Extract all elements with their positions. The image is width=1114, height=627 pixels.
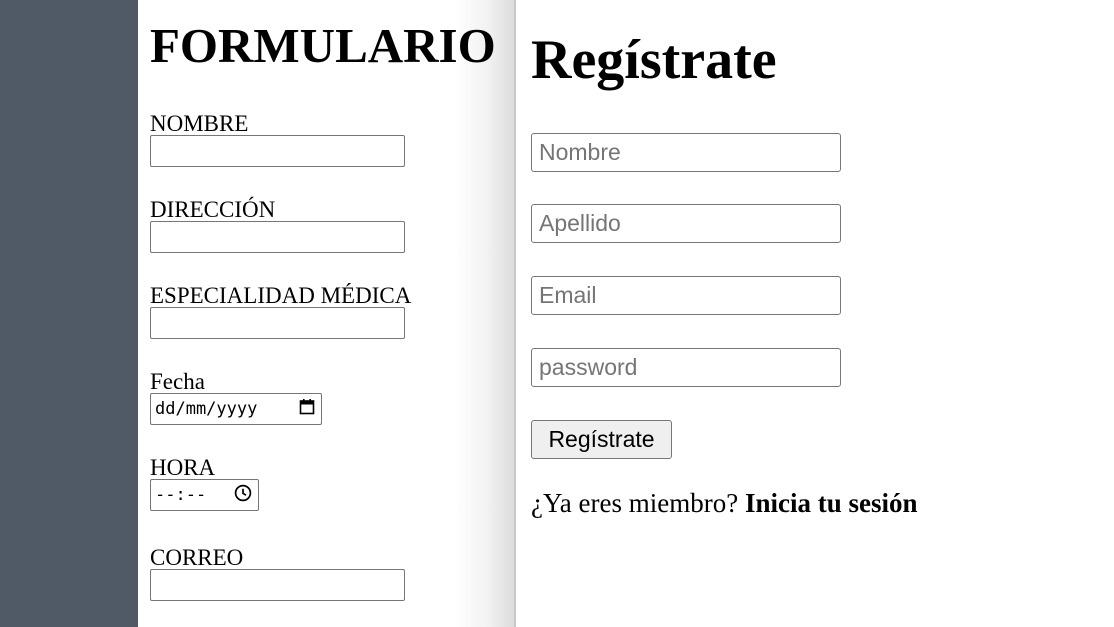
field-especialidad: ESPECIALIDAD MÉDICA bbox=[150, 284, 411, 339]
member-prompt: ¿Ya eres miembro? Inicia tu sesión bbox=[531, 490, 918, 517]
form-panel: FORMULARIO NOMBRE DIRECCIÓN ESPECIALIDAD… bbox=[138, 0, 514, 627]
register-button[interactable]: Regístrate bbox=[531, 420, 672, 459]
register-password-placeholder: password bbox=[539, 354, 638, 380]
register-nombre-placeholder: Nombre bbox=[539, 139, 621, 165]
especialidad-input[interactable] bbox=[150, 307, 405, 339]
direccion-input[interactable] bbox=[150, 221, 405, 253]
calendar-icon[interactable] bbox=[299, 398, 315, 420]
register-apellido-placeholder: Apellido bbox=[539, 210, 621, 236]
field-label-nombre: NOMBRE bbox=[150, 111, 249, 136]
register-password-input[interactable]: password bbox=[531, 348, 841, 387]
field-label-correo: CORREO bbox=[150, 545, 244, 570]
register-email-placeholder: Email bbox=[539, 282, 597, 308]
form-title: FORMULARIO bbox=[150, 18, 496, 73]
correo-input[interactable] bbox=[150, 569, 405, 601]
member-text: ¿Ya eres miembro? bbox=[531, 488, 739, 518]
hora-placeholder: --:-- bbox=[155, 485, 207, 505]
nombre-input[interactable] bbox=[150, 135, 405, 167]
register-panel: Regístrate Nombre Apellido Email passwor… bbox=[516, 0, 1114, 627]
field-nombre: NOMBRE bbox=[150, 112, 405, 167]
field-label-especialidad: ESPECIALIDAD MÉDICA bbox=[150, 283, 412, 308]
register-apellido-input[interactable]: Apellido bbox=[531, 204, 841, 243]
field-hora: HORA --:-- bbox=[150, 456, 259, 511]
hora-input[interactable]: --:-- bbox=[150, 479, 259, 511]
fecha-input[interactable]: dd/mm/yyyy bbox=[150, 393, 322, 425]
field-label-direccion: DIRECCIÓN bbox=[150, 197, 276, 222]
field-fecha: Fecha dd/mm/yyyy bbox=[150, 370, 322, 425]
sidebar bbox=[0, 0, 138, 627]
field-direccion: DIRECCIÓN bbox=[150, 198, 405, 253]
login-link[interactable]: Inicia tu sesión bbox=[745, 488, 918, 518]
field-label-fecha: Fecha bbox=[150, 369, 205, 394]
register-title: Regístrate bbox=[531, 29, 777, 91]
fecha-placeholder: dd/mm/yyyy bbox=[155, 399, 258, 419]
field-label-hora: HORA bbox=[150, 455, 216, 480]
register-nombre-input[interactable]: Nombre bbox=[531, 133, 841, 172]
field-correo: CORREO bbox=[150, 546, 405, 601]
clock-icon[interactable] bbox=[234, 484, 252, 507]
register-email-input[interactable]: Email bbox=[531, 276, 841, 315]
